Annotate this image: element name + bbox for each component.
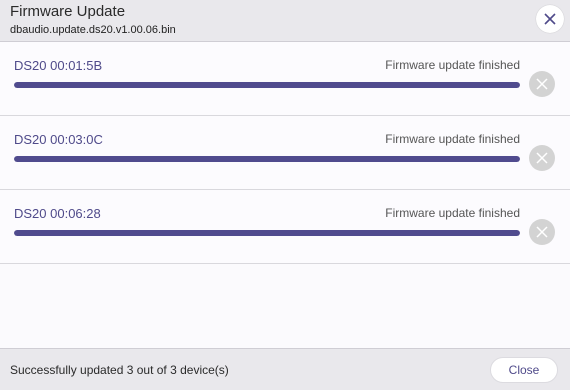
device-status: Firmware update finished [385, 58, 520, 72]
device-row: DS20 00:06:28 Firmware update finished [0, 190, 570, 264]
close-button[interactable]: Close [490, 357, 558, 383]
device-status: Firmware update finished [385, 206, 520, 220]
remove-device-button[interactable] [529, 219, 555, 245]
device-name: DS20 00:01:5B [14, 58, 103, 73]
progress-bar [14, 82, 520, 88]
progress-fill [14, 230, 520, 236]
device-row: DS20 00:03:0C Firmware update finished [0, 116, 570, 190]
close-icon [536, 226, 548, 238]
device-row: DS20 00:01:5B Firmware update finished [0, 42, 570, 116]
progress-fill [14, 82, 520, 88]
dialog-footer: Successfully updated 3 out of 3 device(s… [0, 348, 570, 390]
device-list: DS20 00:01:5B Firmware update finished D… [0, 42, 570, 264]
close-icon [536, 78, 548, 90]
close-dialog-button[interactable] [536, 5, 564, 33]
remove-device-button[interactable] [529, 71, 555, 97]
close-icon [544, 13, 556, 25]
remove-device-button[interactable] [529, 145, 555, 171]
progress-bar [14, 156, 520, 162]
device-name: DS20 00:03:0C [14, 132, 103, 147]
dialog-title: Firmware Update [10, 3, 126, 20]
device-status: Firmware update finished [385, 132, 520, 146]
firmware-filename: dbaudio.update.ds20.v1.00.06.bin [10, 24, 176, 36]
progress-fill [14, 156, 520, 162]
update-summary: Successfully updated 3 out of 3 device(s… [10, 363, 229, 377]
device-name: DS20 00:06:28 [14, 206, 101, 221]
close-icon [536, 152, 548, 164]
progress-bar [14, 230, 520, 236]
dialog-header: Firmware Update dbaudio.update.ds20.v1.0… [0, 0, 570, 42]
